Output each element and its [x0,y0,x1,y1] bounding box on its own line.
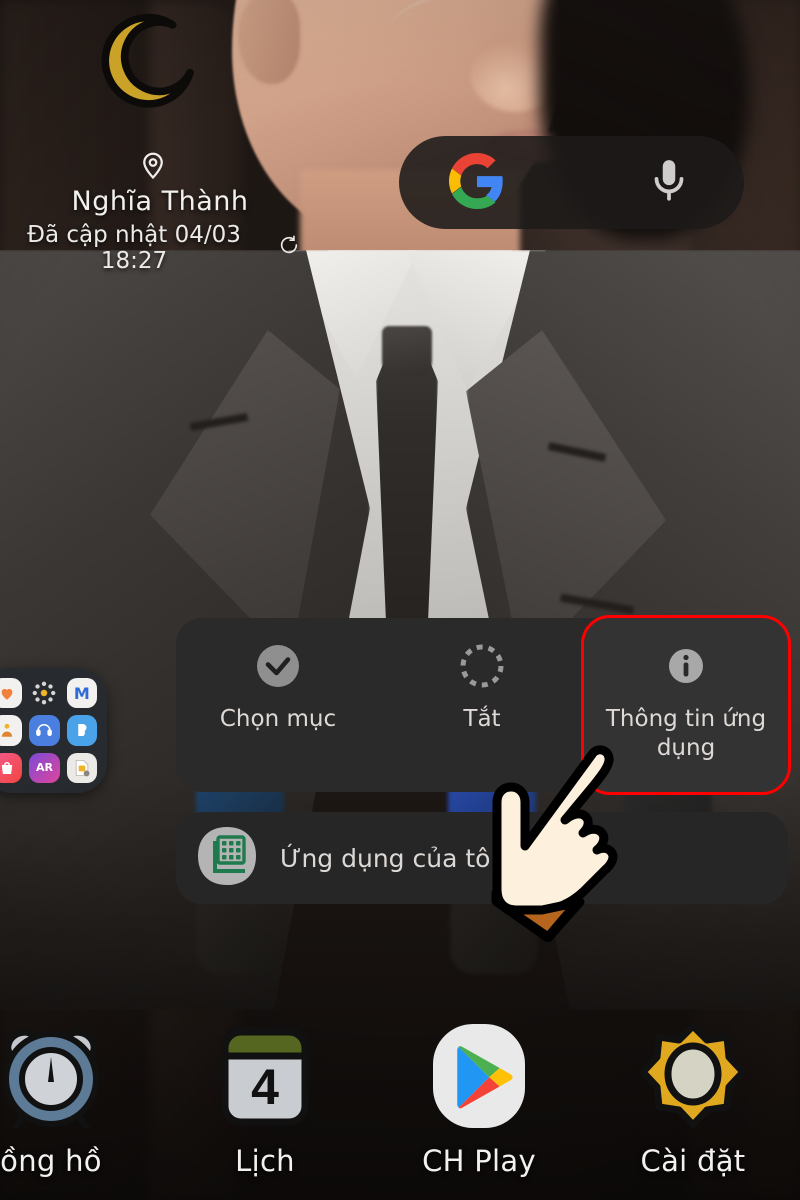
microphone-icon[interactable] [644,156,694,210]
location-pin-icon [138,150,168,184]
google-search-widget[interactable] [399,136,744,229]
sim-toolkit-icon[interactable] [66,752,97,783]
refresh-icon[interactable] [278,234,300,262]
check-circle-icon [255,643,301,689]
samsung-health-icon[interactable] [0,678,23,709]
galaxy-themes-icon[interactable] [29,678,59,708]
google-play-icon [427,1024,531,1128]
samsung-folder-preview[interactable]: M AR [0,668,107,793]
crescent-moon-icon [95,12,203,120]
google-g-icon[interactable] [449,152,505,213]
home-screen-dock: ồng hồ 4 Lịch CH Play Cài đặt [0,1022,800,1178]
galaxy-wearable-icon[interactable] [29,715,60,746]
settings-gear-icon [639,1022,747,1129]
weather-location-name: Nghĩa Thành [71,186,249,217]
menu-item-select-label: Chọn mục [219,706,337,732]
calendar-day-number: 4 [251,1059,279,1115]
calendar-icon: 4 [213,1024,317,1128]
dock-app-play-store-label: CH Play [422,1144,536,1178]
bixby-icon[interactable] [66,715,97,746]
dock-app-settings[interactable]: Cài đặt [586,1022,800,1178]
dock-app-settings-label: Cài đặt [640,1144,746,1178]
info-circle-icon [663,643,709,689]
dashed-circle-icon [459,643,505,689]
samsung-members-icon[interactable]: M [66,678,97,709]
weather-updated-text: Đã cập nhật 04/03 18:27 [27,222,241,274]
dock-app-clock-label: ồng hồ [0,1144,102,1178]
menu-item-turn-off-label: Tắt [463,706,501,732]
dock-app-play-store[interactable]: CH Play [372,1024,586,1178]
weather-updated-row: Đã cập nhật 04/03 18:27 [0,222,300,274]
ar-zone-icon[interactable]: AR [29,752,60,783]
dock-app-calendar-label: Lịch [235,1144,295,1178]
pointing-hand-cursor [452,742,642,943]
apps-grid-icon [196,825,258,891]
menu-item-select-items[interactable]: Chọn mục [176,618,380,792]
samsung-members-label: M [73,683,90,703]
samsung-kids-icon[interactable] [0,715,23,746]
galaxy-store-icon[interactable] [0,752,23,783]
alarm-clock-icon [0,1024,103,1131]
dock-app-calendar[interactable]: 4 Lịch [158,1024,372,1178]
ar-zone-label: AR [36,761,53,775]
dock-app-clock[interactable]: ồng hồ [0,1024,158,1178]
